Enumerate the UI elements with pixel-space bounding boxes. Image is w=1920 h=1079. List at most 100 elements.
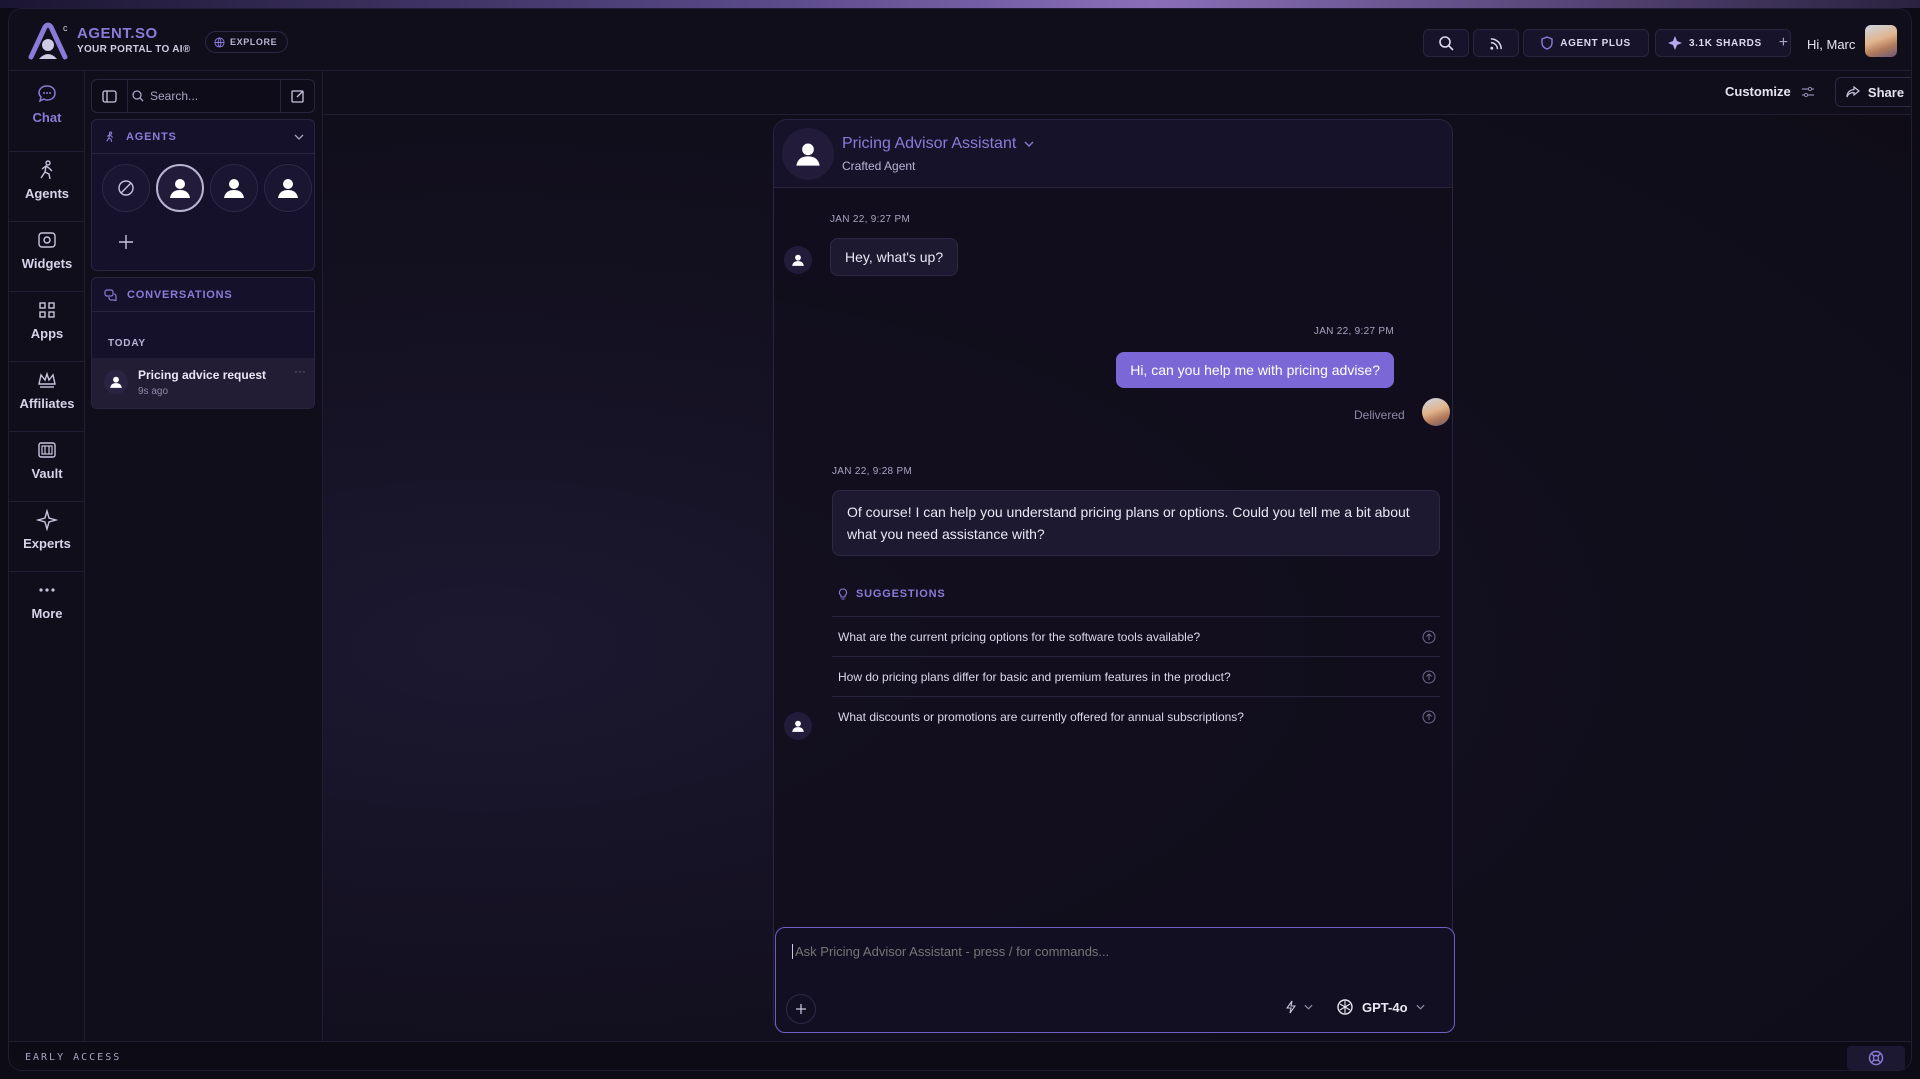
help-button[interactable] bbox=[1847, 1046, 1905, 1070]
nav-divider bbox=[9, 291, 85, 292]
explore-button[interactable]: EXPLORE bbox=[205, 31, 289, 53]
nav-more[interactable]: More bbox=[9, 579, 85, 639]
shards-button[interactable]: 3.1K SHARDS + bbox=[1655, 29, 1791, 57]
nav-chat[interactable]: Chat bbox=[9, 83, 85, 143]
agents-panel: AGENTS bbox=[91, 119, 315, 271]
sidebar-toolbar: Search... bbox=[91, 79, 315, 113]
more-options-icon[interactable]: ··· bbox=[294, 364, 306, 378]
rss-icon bbox=[1489, 37, 1502, 50]
early-access-label: EARLY ACCESS bbox=[25, 1052, 122, 1063]
suggestions-header: SUGGESTIONS bbox=[838, 588, 945, 600]
chat-panel: Pricing Advisor Assistant Crafted Agent … bbox=[773, 119, 1453, 1033]
share-button[interactable]: Share bbox=[1835, 77, 1911, 107]
share-label: Share bbox=[1867, 84, 1905, 100]
person-icon bbox=[278, 179, 298, 198]
plus-icon bbox=[796, 1004, 806, 1014]
brand-name: AGENT.SO bbox=[77, 25, 158, 42]
agent-logo-icon[interactable]: c bbox=[25, 21, 71, 61]
nav-widgets-label: Widgets bbox=[21, 256, 73, 271]
nav-agents-label: Agents bbox=[24, 186, 70, 201]
nav-chat-label: Chat bbox=[32, 110, 62, 125]
chat-bubble-icon bbox=[38, 85, 56, 103]
nav-divider bbox=[9, 431, 85, 432]
agent-plus-button[interactable]: AGENT PLUS bbox=[1523, 29, 1649, 57]
agent-plus-label: AGENT PLUS bbox=[1560, 37, 1631, 49]
nav-widgets[interactable]: Widgets bbox=[9, 229, 85, 289]
footer-bar: EARLY ACCESS bbox=[9, 1041, 1911, 1070]
svg-text:c: c bbox=[63, 23, 68, 33]
top-gradient-line bbox=[0, 0, 1920, 8]
top-header: c AGENT.SO YOUR PORTAL TO AI® EXPLORE AG… bbox=[9, 9, 1911, 71]
agent-avatar-selected[interactable] bbox=[156, 164, 204, 212]
message-timestamp: JAN 22, 9:27 PM bbox=[830, 214, 911, 225]
grid-icon bbox=[39, 302, 55, 318]
agent-selector[interactable]: Pricing Advisor Assistant bbox=[842, 135, 1034, 153]
conversations-header[interactable]: CONVERSATIONS bbox=[92, 278, 314, 312]
arrow-up-icon bbox=[1422, 630, 1436, 644]
greeting: Hi, Marc bbox=[1807, 37, 1856, 52]
dots-icon bbox=[39, 588, 55, 592]
message-input[interactable] bbox=[792, 944, 1432, 959]
conversation-time: 9s ago bbox=[138, 386, 169, 397]
explore-label: EXPLORE bbox=[230, 37, 278, 47]
agent-message-avatar bbox=[784, 712, 812, 740]
search-placeholder: Search... bbox=[150, 89, 199, 103]
quick-actions-button[interactable] bbox=[1286, 1000, 1313, 1014]
brand-tagline: YOUR PORTAL TO AI® bbox=[77, 44, 191, 55]
agent-avatar[interactable] bbox=[210, 164, 258, 212]
suggestion-item[interactable]: What discounts or promotions are current… bbox=[832, 696, 1440, 736]
agent-message: Of course! I can help you understand pri… bbox=[832, 490, 1440, 556]
agent-message-avatar bbox=[784, 246, 812, 274]
conversation-item[interactable]: Pricing advice request 9s ago ··· bbox=[92, 358, 314, 408]
search-button[interactable] bbox=[1423, 29, 1469, 57]
today-label: TODAY bbox=[108, 338, 146, 349]
suggestion-text: What discounts or promotions are current… bbox=[838, 709, 1244, 724]
suggestion-text: How do pricing plans differ for basic an… bbox=[838, 669, 1231, 684]
person-icon bbox=[224, 179, 244, 198]
attach-button[interactable] bbox=[786, 994, 816, 1024]
search-icon bbox=[1439, 36, 1454, 51]
chevron-down-icon bbox=[294, 134, 304, 140]
nav-apps[interactable]: Apps bbox=[9, 299, 85, 359]
nav-affiliates[interactable]: Affiliates bbox=[9, 369, 85, 429]
nav-divider bbox=[9, 151, 85, 152]
share-icon bbox=[1846, 86, 1860, 98]
new-chat-button[interactable] bbox=[280, 80, 314, 112]
no-agent-button[interactable] bbox=[102, 164, 150, 212]
nav-divider bbox=[9, 501, 85, 502]
customize-label: Customize bbox=[1725, 84, 1791, 99]
app-window: c AGENT.SO YOUR PORTAL TO AI® EXPLORE AG… bbox=[8, 8, 1912, 1071]
shards-label: 3.1K SHARDS bbox=[1689, 37, 1762, 49]
add-agent-button[interactable] bbox=[102, 218, 150, 266]
agent-type: Crafted Agent bbox=[842, 159, 916, 173]
conversation-avatar bbox=[104, 370, 128, 394]
suggestion-item[interactable]: How do pricing plans differ for basic an… bbox=[832, 656, 1440, 696]
agent-list bbox=[102, 164, 312, 212]
main-toolbar: Customize Share bbox=[323, 71, 1911, 115]
user-avatar[interactable] bbox=[1865, 25, 1897, 57]
conversation-icon bbox=[104, 288, 117, 301]
nav-affiliates-label: Affiliates bbox=[19, 396, 75, 411]
crown-icon bbox=[38, 371, 56, 388]
model-selector[interactable]: GPT-4o bbox=[1336, 998, 1425, 1016]
customize-button[interactable]: Customize bbox=[1725, 84, 1815, 99]
agents-header[interactable]: AGENTS bbox=[92, 120, 314, 154]
sparkle-icon bbox=[36, 509, 58, 531]
shield-icon bbox=[1541, 36, 1553, 50]
lightning-icon bbox=[1286, 1000, 1296, 1014]
message-timestamp: JAN 22, 9:27 PM bbox=[1313, 326, 1394, 337]
conversations-panel: CONVERSATIONS TODAY Pricing advice reque… bbox=[91, 277, 315, 409]
suggestion-item[interactable]: What are the current pricing options for… bbox=[832, 616, 1440, 656]
add-shards-icon[interactable]: + bbox=[1779, 34, 1789, 52]
widget-icon bbox=[38, 232, 56, 248]
feed-button[interactable] bbox=[1473, 29, 1519, 57]
agent-avatar[interactable] bbox=[264, 164, 312, 212]
nav-experts[interactable]: Experts bbox=[9, 509, 85, 569]
edit-icon bbox=[290, 90, 304, 103]
model-name: GPT-4o bbox=[1362, 999, 1408, 1015]
sidebar-toggle-button[interactable] bbox=[92, 80, 128, 112]
nav-vault[interactable]: Vault bbox=[9, 439, 85, 499]
sidebar-search[interactable]: Search... bbox=[132, 80, 282, 112]
chevron-down-icon bbox=[1304, 1004, 1313, 1010]
nav-agents[interactable]: Agents bbox=[9, 159, 85, 219]
